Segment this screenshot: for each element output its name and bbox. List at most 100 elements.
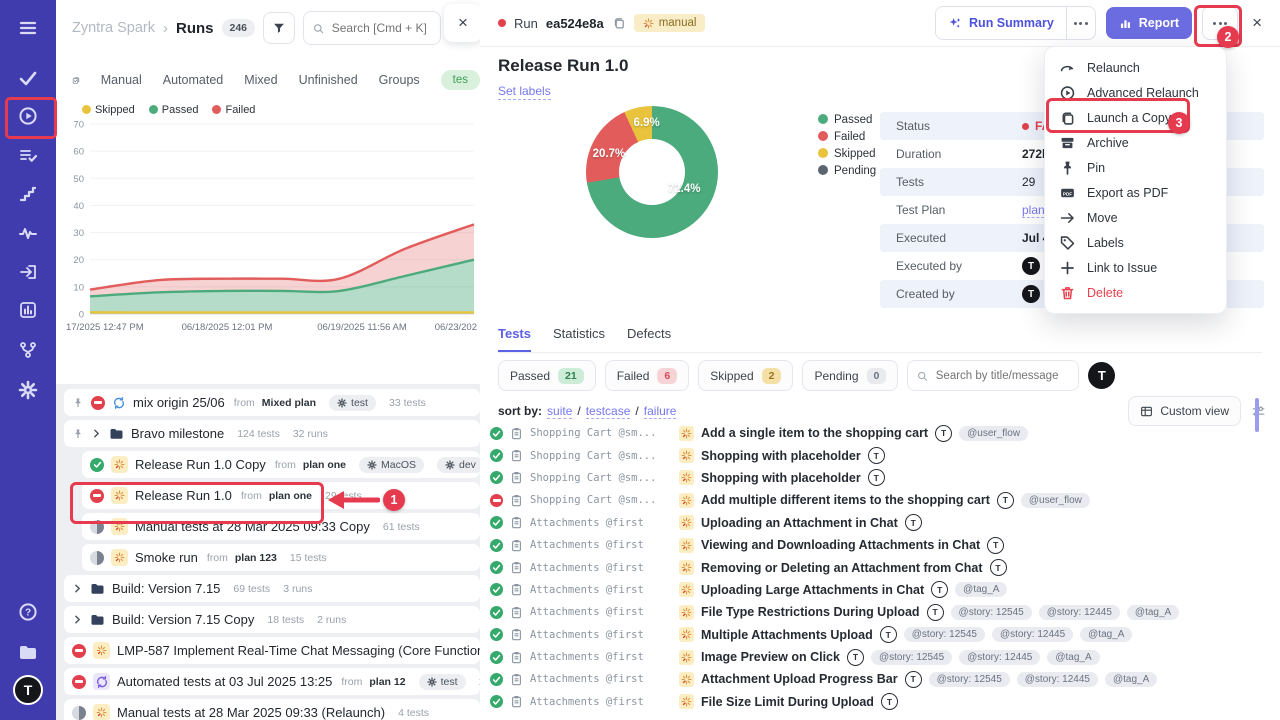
test-row[interactable]: Shopping Cart @sm...Add multiple differe… — [490, 489, 1276, 511]
test-row[interactable]: Shopping Cart @sm...Add a single item to… — [490, 422, 1276, 444]
chevron-right-icon[interactable] — [72, 614, 83, 625]
run-list-item[interactable]: Smoke runfromplan 12315 tests — [82, 544, 480, 571]
tab-groups[interactable]: Groups — [379, 73, 420, 87]
test-row[interactable]: Attachments @firstImage Preview on Click… — [490, 646, 1276, 668]
runs-search-input[interactable] — [330, 20, 431, 36]
tab-unfinished[interactable]: Unfinished — [299, 73, 358, 87]
test-tag: @story: 12445 — [1017, 672, 1098, 687]
run-list-item[interactable]: Automated tests at 03 Jul 2025 13:25from… — [64, 668, 480, 695]
test-tag: @story: 12445 — [1039, 605, 1120, 620]
run-list-item[interactable]: mix origin 25/06fromMixed plantest33 tes… — [64, 389, 480, 416]
menu-item-relaunch[interactable]: Relaunch — [1045, 55, 1226, 80]
chevron-right-icon[interactable] — [72, 583, 83, 594]
menu-item-export-as-pdf[interactable]: PDFExport as PDF — [1045, 180, 1226, 205]
menu-item-move[interactable]: Move — [1045, 205, 1226, 230]
sidebar-help-icon[interactable]: ? — [0, 598, 56, 626]
run-list-item[interactable]: Build: Version 7.1569 tests3 runs — [64, 575, 480, 602]
menu-item-delete[interactable]: Delete — [1045, 280, 1226, 305]
run-list-item[interactable]: Build: Version 7.15 Copy18 tests2 runs — [64, 606, 480, 633]
passed-status-icon — [490, 628, 503, 641]
report-button[interactable]: Report — [1106, 7, 1192, 39]
sidebar-play-circle-icon[interactable] — [0, 102, 56, 130]
menu-item-link-to-issue[interactable]: Link to Issue — [1045, 255, 1226, 280]
close-panel-button[interactable]: × — [444, 4, 481, 42]
tab-chip-tes[interactable]: tes — [441, 70, 480, 90]
menu-item-pin[interactable]: Pin — [1045, 155, 1226, 180]
run-list-item[interactable]: Manual tests at 28 Mar 2025 09:33 Copy61… — [82, 513, 480, 540]
sort-by-failure[interactable]: failure — [644, 404, 677, 419]
run-list-item[interactable]: LMP-587 Implement Real-Time Chat Messagi… — [64, 637, 480, 664]
sidebar-pulse-icon[interactable] — [0, 219, 56, 247]
legend-item-skipped: Skipped — [82, 104, 135, 116]
sidebar-menu-icon[interactable] — [0, 14, 56, 42]
menu-item-labels[interactable]: Labels — [1045, 230, 1226, 255]
scrollbar-thumb[interactable] — [1255, 398, 1259, 432]
select-all-icon[interactable] — [72, 73, 80, 88]
filter-failed[interactable]: Failed6 — [605, 360, 690, 391]
test-row[interactable]: Attachments @firstUploading Large Attach… — [490, 579, 1276, 601]
menu-item-launch-a-copy[interactable]: Launch a Copy — [1045, 105, 1226, 130]
runs-search[interactable] — [303, 11, 441, 45]
sort-by-label: sort by: — [498, 404, 542, 418]
legend-dot — [818, 165, 828, 175]
run-list-item[interactable]: Release Run 1.0 Copyfromplan oneMacOSdev… — [82, 451, 480, 478]
tab-manual[interactable]: Manual — [101, 73, 142, 87]
passed-status-icon — [490, 606, 503, 619]
set-labels-link[interactable]: Set labels — [498, 84, 551, 100]
test-title: Add multiple different items to the shop… — [701, 493, 990, 507]
copy-icon[interactable] — [612, 16, 626, 30]
filter-passed[interactable]: Passed21 — [498, 360, 596, 391]
passed-status-icon — [490, 673, 503, 686]
run-from-label: from — [241, 490, 262, 502]
run-list-item[interactable]: Release Run 1.0fromplan one29 tests — [82, 482, 480, 509]
test-row[interactable]: Attachments @firstUploading an Attachmen… — [490, 512, 1276, 534]
run-summary-button[interactable]: Run Summary — [936, 7, 1066, 39]
sidebar-sign-in-icon[interactable] — [0, 258, 56, 286]
clipboard-icon — [510, 628, 523, 641]
sidebar-branch-icon[interactable] — [0, 336, 56, 364]
assignee-avatar[interactable]: T — [1088, 362, 1115, 389]
tab-defects[interactable]: Defects — [627, 326, 671, 352]
breadcrumb-section[interactable]: Runs — [176, 20, 214, 37]
tab-tests[interactable]: Tests — [498, 326, 531, 352]
filter-skipped[interactable]: Skipped2 — [698, 360, 793, 391]
manual-run-icon — [111, 487, 128, 504]
sort-by-suite[interactable]: suite — [547, 404, 572, 419]
breadcrumb-project[interactable]: Zyntra Spark — [72, 20, 155, 36]
user-avatar[interactable]: T — [13, 675, 43, 705]
info-label: Test Plan — [880, 203, 1022, 217]
test-row[interactable]: Shopping Cart @sm...Shopping with placeh… — [490, 444, 1276, 466]
info-label: Created by — [880, 287, 1022, 301]
sort-by-testcase[interactable]: testcase — [586, 404, 631, 419]
filter-button[interactable] — [263, 12, 295, 44]
chevron-right-icon[interactable] — [91, 428, 102, 439]
tab-mixed[interactable]: Mixed — [244, 73, 277, 87]
tab-automated[interactable]: Automated — [163, 73, 223, 87]
sidebar-check-icon[interactable] — [0, 64, 56, 92]
test-row[interactable]: Shopping Cart @sm...Shopping with placeh… — [490, 467, 1276, 489]
menu-item-advanced-relaunch[interactable]: Advanced Relaunch — [1045, 80, 1226, 105]
test-row[interactable]: Attachments @firstViewing and Downloadin… — [490, 534, 1276, 556]
filter-pending[interactable]: Pending0 — [802, 360, 898, 391]
sidebar-gear-icon[interactable] — [0, 376, 56, 404]
run-list-item[interactable]: Bravo milestone124 tests32 runs — [64, 420, 480, 447]
tests-search[interactable] — [907, 360, 1079, 391]
test-row[interactable]: Attachments @firstRemoving or Deleting a… — [490, 556, 1276, 578]
test-row[interactable]: Attachments @firstFile Size Limit During… — [490, 691, 1276, 713]
test-row[interactable]: Attachments @firstAttachment Upload Prog… — [490, 668, 1276, 690]
run-summary-more-button[interactable] — [1066, 7, 1095, 39]
close-run-button[interactable]: × — [1252, 13, 1262, 33]
passed-status-icon — [490, 651, 503, 664]
sidebar-steps-icon[interactable] — [0, 180, 56, 208]
tab-statistics[interactable]: Statistics — [553, 326, 605, 352]
sidebar-bar-chart-icon[interactable] — [0, 296, 56, 324]
run-list-item[interactable]: Manual tests at 28 Mar 2025 09:33 (Relau… — [64, 699, 480, 720]
test-row[interactable]: Attachments @firstFile Type Restrictions… — [490, 601, 1276, 623]
sidebar-list-check-icon[interactable] — [0, 142, 56, 170]
passed-status-icon — [490, 695, 503, 708]
tests-search-input[interactable] — [934, 369, 1070, 383]
sidebar-folder-icon[interactable] — [0, 638, 56, 666]
menu-item-archive[interactable]: Archive — [1045, 130, 1226, 155]
test-row[interactable]: Attachments @firstMultiple Attachments U… — [490, 624, 1276, 646]
sidebar-avatar-t-icon[interactable]: T — [0, 676, 56, 704]
